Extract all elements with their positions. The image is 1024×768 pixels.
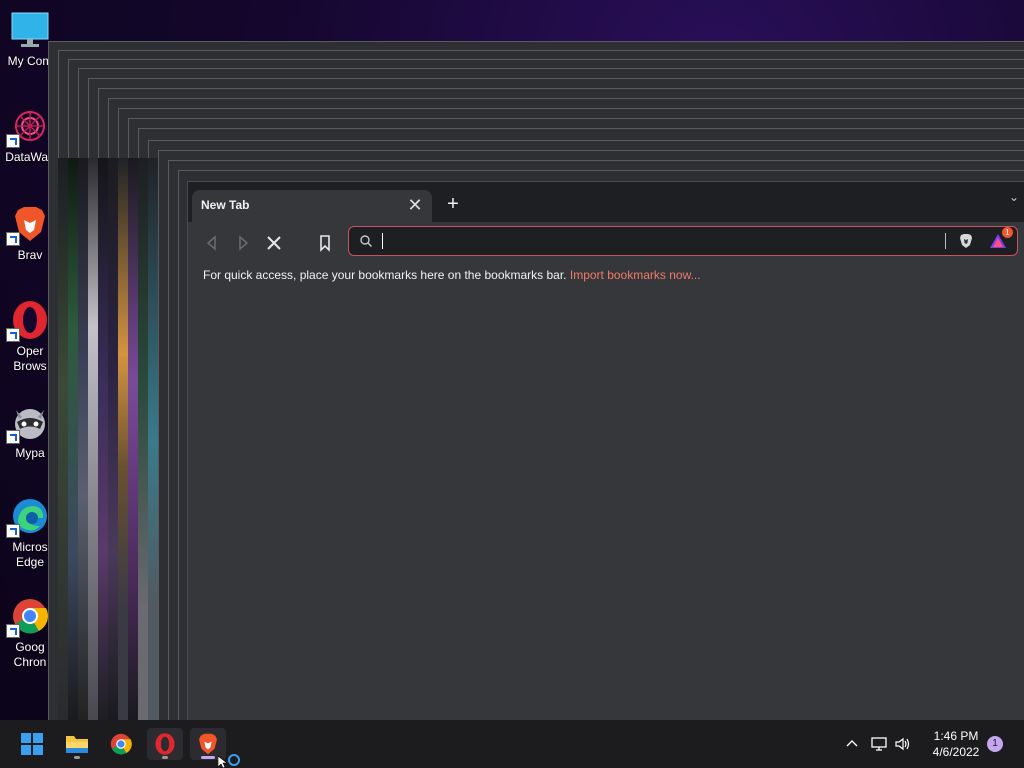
bookmark-icon [320,235,330,252]
volume-button[interactable] [892,720,914,768]
new-tab-button[interactable]: + [442,193,464,215]
start-button[interactable] [14,728,50,760]
taskbar-opera[interactable] [147,728,183,760]
import-bookmarks-link[interactable]: Import bookmarks now... [570,268,701,282]
forward-button[interactable] [231,231,255,255]
shortcut-arrow-icon [6,524,20,538]
tab-new-tab[interactable]: New Tab ✕ [192,190,432,222]
notification-badge[interactable]: 1 [987,736,1003,752]
tab-title: New Tab [201,198,250,212]
wallpaper-strip [148,158,158,720]
folder-icon [66,736,88,753]
wallpaper-strip [78,158,88,720]
windows-logo-icon [21,733,43,755]
wallpaper-strip [108,158,118,720]
loading-spinner-icon [228,754,240,766]
system-clock[interactable]: 1:46 PM 4/6/2022 [922,728,990,760]
wallpaper-strip [118,158,128,720]
back-button[interactable] [200,231,224,255]
forward-arrow-icon [239,235,249,251]
taskbar: 1:46 PM 4/6/2022 [0,720,1024,768]
shortcut-arrow-icon [6,624,20,638]
bookmarks-bar: For quick access, place your bookmarks h… [188,264,1024,294]
brave-shields-icon[interactable] [957,232,975,250]
shortcut-arrow-icon [6,328,20,342]
shortcut-arrow-icon [6,232,20,246]
wallpaper-strip [58,158,68,720]
wallpaper-strips [58,158,158,720]
wallpaper-strip [88,158,98,720]
raccoon-icon [6,402,50,444]
mouse-cursor-icon [218,756,228,768]
wallpaper-strip [98,158,108,720]
address-input[interactable] [379,229,923,253]
opera-icon [155,733,175,755]
speaker-icon [895,737,910,751]
brave-lion-icon [6,204,50,246]
chrome-icon [6,596,50,638]
back-arrow-icon [206,235,216,251]
taskbar-running-indicator [74,756,80,759]
tab-strip: New Tab ✕ + ⌄ [188,182,1024,222]
clock-date: 4/6/2022 [932,745,980,759]
monitor-icon [10,10,50,50]
stop-loading-button[interactable] [262,231,286,255]
taskbar-active-indicator [201,756,215,759]
bookmark-button[interactable] [313,231,337,255]
shortcut-arrow-icon [6,134,20,148]
search-icon [360,235,372,247]
bookmarks-bar-message: For quick access, place your bookmarks h… [203,268,701,282]
brave-lion-icon [199,733,217,755]
network-icon [871,737,887,751]
clock-time: 1:46 PM [933,729,979,743]
chevron-down-icon[interactable]: ⌄ [1005,188,1023,206]
text-caret [382,233,383,249]
toolbar: 1 [188,222,1024,264]
address-bar[interactable]: 1 [348,226,1018,256]
taskbar-file-explorer[interactable] [59,728,95,760]
taskbar-chrome[interactable] [103,728,139,760]
datawag-icon [6,106,50,148]
page-content [188,294,1024,721]
wallpaper-strip [68,158,78,720]
bookmarks-hint-text: For quick access, place your bookmarks h… [203,268,567,282]
chrome-icon [110,733,132,755]
network-status-button[interactable] [868,720,890,768]
taskbar-running-indicator [162,756,168,759]
rewards-badge: 1 [1002,227,1013,238]
edge-icon [6,496,50,538]
wallpaper-strip [138,158,148,720]
brave-browser-window: New Tab ✕ + ⌄ 1 For quick access, place … [187,181,1024,721]
chevron-up-icon [846,740,858,747]
opera-icon [6,300,50,342]
tab-close-icon[interactable]: ✕ [404,194,426,216]
close-icon [267,236,281,250]
tray-overflow-button[interactable] [840,720,864,768]
omnibox-divider [945,233,946,249]
shortcut-arrow-icon [6,430,20,444]
wallpaper-strip [128,158,138,720]
